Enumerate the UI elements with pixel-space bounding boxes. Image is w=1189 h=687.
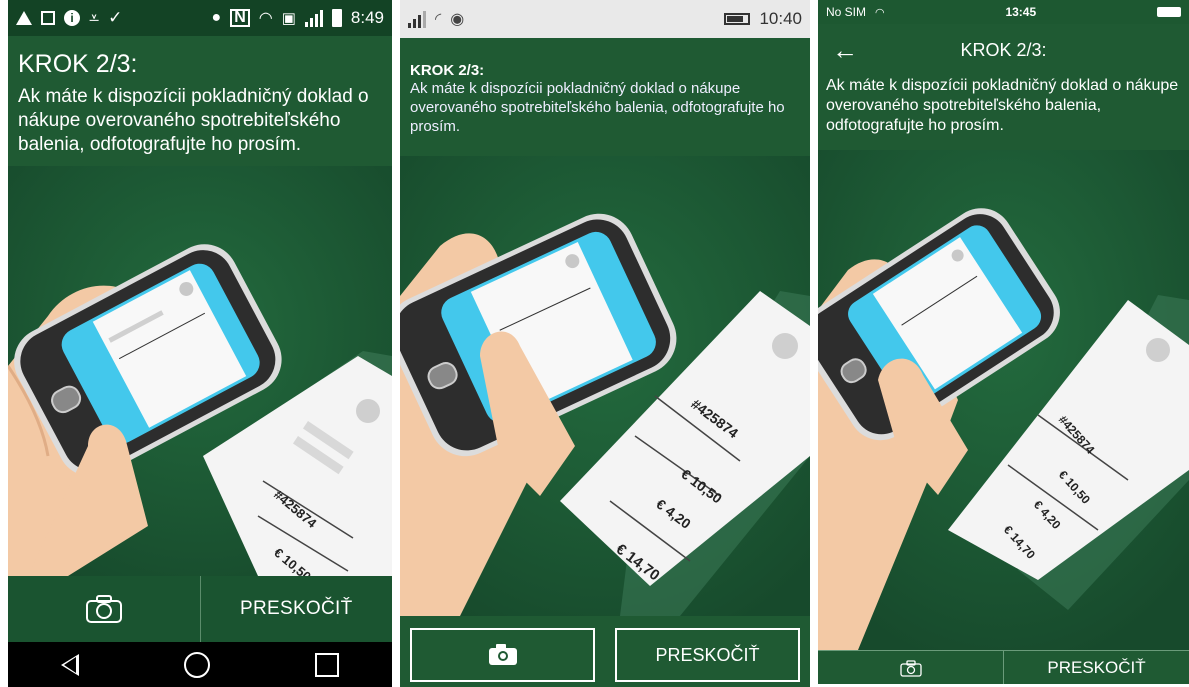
screen-android-2: ◜ ◉ 10:40 KROK 2/3: Ak máte k dispozícii… [400, 0, 810, 687]
status-bar: No SIM ◠ 13:45 [818, 0, 1189, 24]
camera-icon [899, 659, 922, 677]
step-header: KROK 2/3: Ak máte k dispozícii pokladnič… [400, 38, 810, 156]
warning-icon [16, 11, 32, 25]
carrier-label: No SIM [826, 5, 867, 19]
step-title: KROK 2/3: [960, 39, 1047, 60]
nav-back-icon[interactable] [60, 653, 79, 676]
battery-icon [331, 9, 342, 27]
image-icon [41, 11, 55, 25]
sim-icon: ▣ [281, 10, 296, 27]
system-nav-bar [8, 642, 392, 687]
camera-icon [85, 595, 122, 623]
status-time: 13:45 [1005, 5, 1037, 19]
camera-button[interactable] [410, 628, 595, 682]
wifi-icon: ◠ [875, 6, 885, 19]
receipt-illustration: #425874 € 10,50 [8, 166, 392, 576]
step-title: KROK 2/3: [410, 62, 485, 79]
skip-button[interactable]: PRESKOČIŤ [615, 628, 800, 682]
info-icon: i [64, 10, 80, 26]
status-bar: i ⩡ ✓ ● N ◠ ▣ 8:49 [8, 0, 392, 36]
camera-button[interactable] [818, 651, 1003, 684]
wifi-icon: ◠ [258, 10, 273, 27]
battery-icon [1156, 7, 1181, 17]
download-done-icon: ⩡ [89, 7, 100, 28]
nav-recents-icon[interactable] [315, 652, 340, 677]
step-description: Ak máte k dispozícii pokladničný doklad … [18, 86, 369, 155]
step-description: Ak máte k dispozícii pokladničný doklad … [826, 77, 1179, 134]
location-icon: ● [211, 9, 222, 26]
camera-button[interactable] [8, 576, 200, 642]
nfc-icon: N [230, 9, 250, 27]
step-description: Ak máte k dispozícii pokladničný doklad … [410, 80, 785, 135]
signal-icon [408, 10, 426, 28]
wifi-icon: ◜ [435, 11, 442, 28]
skip-button[interactable]: PRESKOČIŤ [201, 576, 393, 642]
receipt-illustration: #425874 € 10,50 € 4,20 € 14,70 [400, 156, 810, 616]
step-header: KROK 2/3: Ak máte k dispozícii pokladnič… [8, 36, 392, 166]
screen-android-1: i ⩡ ✓ ● N ◠ ▣ 8:49 KROK 2/3: Ak máte k d… [8, 0, 392, 687]
camera-icon [488, 644, 517, 665]
back-arrow-icon[interactable]: ← [832, 37, 858, 63]
screen-ios: No SIM ◠ 13:45 ← KROK 2/3: Ak máte k dis… [818, 0, 1189, 684]
status-bar: ◜ ◉ 10:40 [400, 0, 810, 38]
receipt-illustration: #425874 € 10,50 € 4,20 € 14,70 [818, 150, 1189, 650]
status-time: 10:40 [759, 9, 802, 28]
signal-icon [304, 9, 323, 27]
check-icon: ✓ [108, 8, 123, 27]
action-bar: PRESKOČIŤ [8, 576, 392, 642]
step-header: ← KROK 2/3: Ak máte k dispozícii pokladn… [818, 24, 1189, 150]
action-bar: PRESKOČIŤ [400, 616, 810, 687]
status-time: 8:49 [350, 8, 384, 27]
record-icon: ◉ [450, 11, 465, 28]
nav-home-icon[interactable] [183, 651, 210, 678]
action-bar: PRESKOČIŤ [818, 650, 1189, 684]
skip-button[interactable]: PRESKOČIŤ [1004, 651, 1189, 684]
step-title: KROK 2/3: [18, 50, 138, 78]
battery-icon [724, 13, 751, 25]
